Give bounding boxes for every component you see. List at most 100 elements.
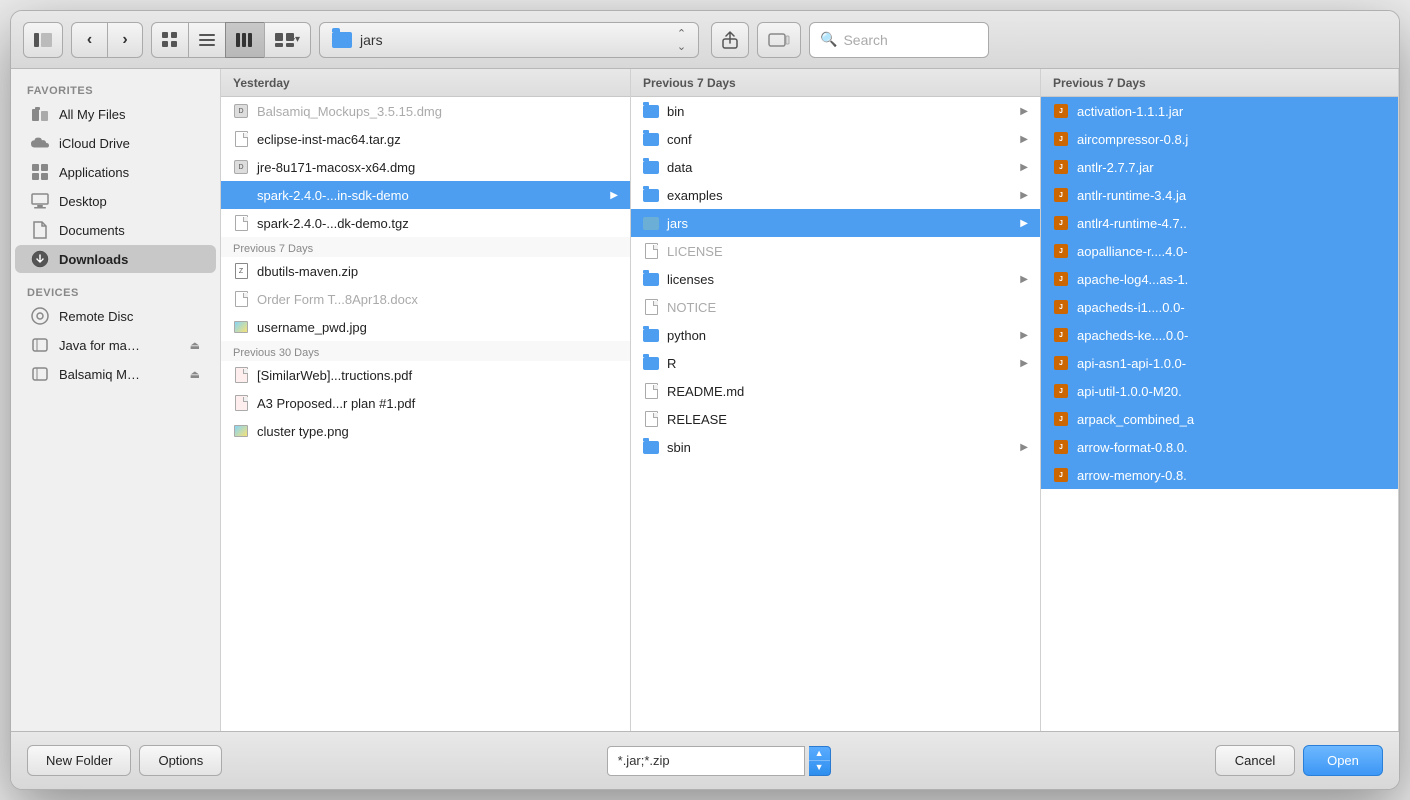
file-name: dbutils-maven.zip [257,264,358,279]
stepper-up-icon[interactable]: ▲ [809,747,830,762]
sidebar-label-all-my-files: All My Files [59,107,125,122]
list-item[interactable]: eclipse-inst-mac64.tar.gz [221,125,630,153]
list-item[interactable]: jars ▶ [631,209,1040,237]
view-list-btn[interactable] [188,22,225,58]
list-item[interactable]: J antlr-runtime-3.4.ja [1041,181,1398,209]
sidebar-item-desktop[interactable]: Desktop [15,187,216,215]
file-icon-tgz [233,216,249,230]
sidebar-item-applications[interactable]: Applications [15,158,216,186]
file-name: A3 Proposed...r plan #1.pdf [257,396,415,411]
list-item[interactable]: README.md [631,377,1040,405]
list-item[interactable]: licenses ▶ [631,265,1040,293]
open-button[interactable]: Open [1303,745,1383,776]
list-item[interactable]: LICENSE [631,237,1040,265]
bottom-right-buttons: Cancel Open [1215,745,1383,776]
java-eject-icon[interactable]: ⏏ [190,339,200,352]
list-item[interactable]: J antlr-2.7.7.jar [1041,153,1398,181]
list-item[interactable]: J activation-1.1.1.jar [1041,97,1398,125]
sidebar-toggle-btn[interactable] [23,22,63,58]
sidebar-item-remote-disc[interactable]: Remote Disc [15,302,216,330]
file-name: antlr-2.7.7.jar [1077,160,1154,175]
file-name: api-util-1.0.0-M20. [1077,384,1182,399]
list-item[interactable]: python ▶ [631,321,1040,349]
list-item[interactable]: R ▶ [631,349,1040,377]
sidebar-item-downloads[interactable]: Downloads [15,245,216,273]
pane-3-items: J activation-1.1.1.jar J aircompressor-0… [1041,97,1398,731]
desktop-icon [31,192,49,210]
tag-btn[interactable] [757,22,801,58]
list-item[interactable]: J arrow-format-0.8.0. [1041,433,1398,461]
list-item[interactable]: conf ▶ [631,125,1040,153]
list-item[interactable]: data ▶ [631,153,1040,181]
list-item[interactable]: [SimilarWeb]...tructions.pdf [221,361,630,389]
sidebar-item-java[interactable]: Java for ma… ⏏ [15,331,216,359]
filter-input[interactable] [607,746,805,776]
file-name: R [667,356,676,371]
list-item[interactable]: spark-2.4.0-...dk-demo.tgz [221,209,630,237]
list-item[interactable]: J arpack_combined_a [1041,405,1398,433]
list-item[interactable]: NOTICE [631,293,1040,321]
list-item[interactable]: J antlr4-runtime-4.7.. [1041,209,1398,237]
folder-licenses-icon [643,272,659,286]
file-release-icon [643,412,659,426]
sidebar-item-all-my-files[interactable]: All My Files [15,100,216,128]
list-item[interactable]: sbin ▶ [631,433,1040,461]
view-icon-btn[interactable] [151,22,188,58]
stepper-down-icon[interactable]: ▼ [809,761,830,775]
java-drive-icon [31,336,49,354]
list-item[interactable]: J aopalliance-r....4.0- [1041,237,1398,265]
filter-stepper[interactable]: ▲ ▼ [809,746,831,776]
list-item[interactable]: Z dbutils-maven.zip [221,257,630,285]
forward-btn[interactable]: › [107,22,143,58]
share-btn[interactable] [711,22,749,58]
jar-icon: J [1053,384,1069,398]
file-name: arrow-format-0.8.0. [1077,440,1188,455]
expand-arrow: ▶ [1020,330,1028,341]
list-item[interactable]: J aircompressor-0.8.j [1041,125,1398,153]
list-item[interactable]: cluster type.png [221,417,630,445]
search-placeholder: Search [843,32,887,48]
jar-icon: J [1053,132,1069,146]
list-item[interactable]: spark-2.4.0-...in-sdk-demo ▶ [221,181,630,209]
view-gallery-btn[interactable]: ▾ [264,22,311,58]
list-item[interactable]: username_pwd.jpg [221,313,630,341]
list-item[interactable]: A3 Proposed...r plan #1.pdf [221,389,630,417]
expand-arrow: ▶ [1020,190,1028,201]
jar-icon: J [1053,188,1069,202]
options-button[interactable]: Options [139,745,222,776]
list-item[interactable]: bin ▶ [631,97,1040,125]
file-name: python [667,328,706,343]
cancel-button[interactable]: Cancel [1215,745,1295,776]
list-item[interactable]: D jre-8u171-macosx-x64.dmg [221,153,630,181]
list-item[interactable]: J api-util-1.0.0-M20. [1041,377,1398,405]
jar-icon: J [1053,272,1069,286]
file-name: apacheds-ke....0.0- [1077,328,1188,343]
list-item[interactable]: J api-asn1-api-1.0.0- [1041,349,1398,377]
search-box[interactable]: 🔍 Search [809,22,989,58]
list-item[interactable]: Order Form T...8Apr18.docx [221,285,630,313]
back-btn[interactable]: ‹ [71,22,107,58]
bottom-bar: New Folder Options ▲ ▼ Cancel Open [11,731,1399,789]
pane-1: Yesterday D Balsamiq_Mockups_3.5.15.dmg … [221,69,631,731]
list-item[interactable]: J apacheds-i1....0.0- [1041,293,1398,321]
file-name: api-asn1-api-1.0.0- [1077,356,1186,371]
folder-name: jars [360,32,669,48]
folder-location-btn[interactable]: jars ⌃⌄ [319,22,699,58]
list-item[interactable]: D Balsamiq_Mockups_3.5.15.dmg [221,97,630,125]
list-item[interactable]: J apacheds-ke....0.0- [1041,321,1398,349]
new-folder-button[interactable]: New Folder [27,745,131,776]
balsamiq-eject-icon[interactable]: ⏏ [190,368,200,381]
sidebar-item-balsamiq[interactable]: Balsamiq M… ⏏ [15,360,216,388]
file-name: activation-1.1.1.jar [1077,104,1183,119]
filter-area: ▲ ▼ [607,746,831,776]
sidebar-item-documents[interactable]: Documents [15,216,216,244]
pane-1-header: Yesterday [221,69,630,97]
view-column-btn[interactable] [225,22,264,58]
sidebar-label-applications: Applications [59,165,129,180]
list-item[interactable]: J arrow-memory-0.8. [1041,461,1398,489]
list-item[interactable]: J apache-log4...as-1. [1041,265,1398,293]
file-name: RELEASE [667,412,727,427]
list-item[interactable]: RELEASE [631,405,1040,433]
list-item[interactable]: examples ▶ [631,181,1040,209]
sidebar-item-icloud-drive[interactable]: iCloud Drive [15,129,216,157]
